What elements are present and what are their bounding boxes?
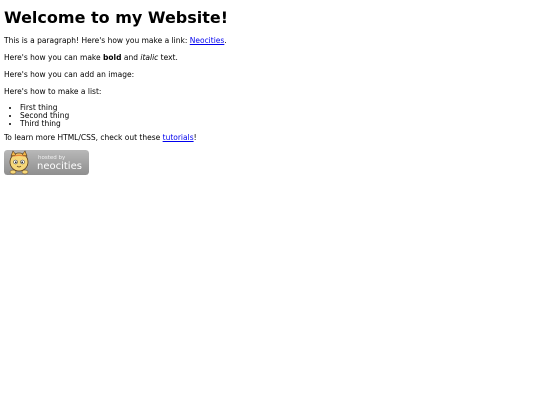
tutorials-text: To learn more HTML/CSS, check out these — [4, 133, 163, 142]
paragraph-tutorials: To learn more HTML/CSS, check out these … — [4, 133, 536, 142]
list-item: First thing — [20, 104, 536, 112]
neocities-cat-icon — [9, 150, 29, 175]
page-heading: Welcome to my Website! — [4, 8, 229, 27]
format-text-a: Here's how you can make — [4, 53, 103, 62]
list-item: Third thing — [20, 120, 536, 128]
tutorials-end: ! — [193, 133, 197, 142]
neocities-link[interactable]: Neocities — [190, 36, 225, 45]
format-text-b: and — [121, 53, 141, 62]
paragraph-formatting: Here's how you can make bold and italic … — [4, 53, 536, 62]
paragraph-end: . — [224, 36, 227, 45]
badge-graphic: hosted by neocities — [4, 150, 89, 175]
hosted-by-neocities-badge[interactable]: hosted by neocities — [4, 150, 89, 175]
paragraph-text: This is a paragraph! Here's how you make… — [4, 36, 190, 45]
list-item: Second thing — [20, 112, 536, 120]
format-text-c: text. — [158, 53, 178, 62]
paragraph-image: Here's how you can add an image: — [4, 70, 135, 79]
example-list: First thing Second thing Third thing — [4, 104, 536, 128]
page-content: Welcome to my Website! This is a paragra… — [0, 0, 540, 405]
badge-line2: neocities — [37, 161, 82, 172]
paragraph-link: This is a paragraph! Here's how you make… — [4, 36, 536, 45]
italic-text: italic — [140, 53, 159, 62]
paragraph-list-intro: Here's how to make a list: — [4, 87, 102, 96]
bold-text: bold — [103, 53, 122, 62]
tutorials-link[interactable]: tutorials — [163, 133, 194, 142]
